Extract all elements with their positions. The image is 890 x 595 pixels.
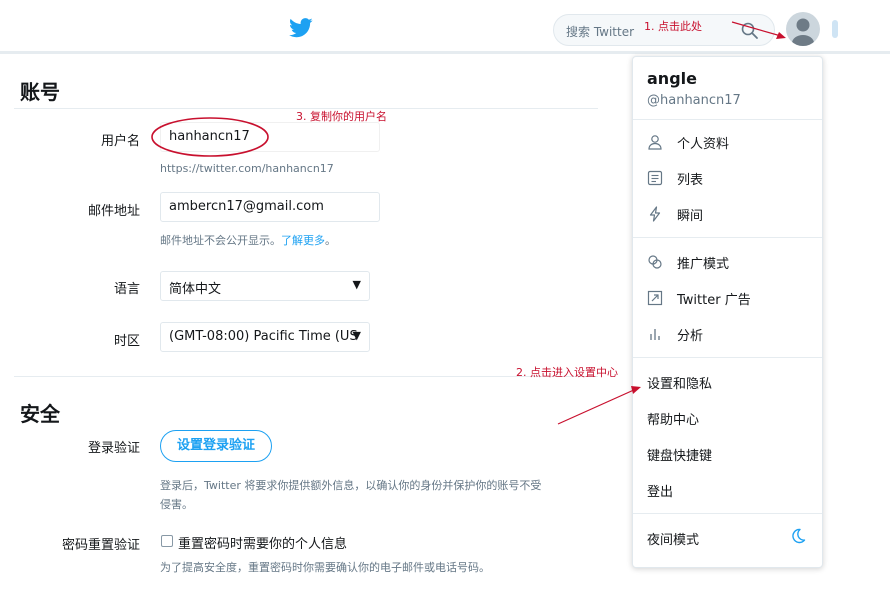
dropdown-arrow-icon: ▼ bbox=[352, 329, 361, 342]
analytics-icon bbox=[650, 329, 660, 340]
menu-item-settings-privacy[interactable]: 设置和隐私 bbox=[633, 367, 822, 397]
lightning-icon bbox=[649, 206, 661, 222]
menu-item-label: 个人资料 bbox=[677, 137, 730, 152]
username-url: https://twitter.com/hanhancn17 bbox=[160, 162, 334, 175]
menu-item-label: 登出 bbox=[647, 485, 674, 500]
login-verify-hint-line1: 登录后，Twitter 将要求你提供额外信息，以确认你的身份并保护你的账号不受 bbox=[160, 479, 542, 492]
menu-item-label: Twitter 广告 bbox=[677, 293, 751, 308]
account-title: 账号 bbox=[20, 80, 60, 104]
login-verify-hint: 登录后，Twitter 将要求你提供额外信息，以确认你的身份并保护你的账号不受 … bbox=[160, 476, 590, 514]
timezone-value: (GMT-08:00) Pacific Time (US bbox=[169, 329, 358, 344]
menu-item-analytics[interactable]: 分析 bbox=[633, 319, 822, 349]
menu-item-promote-mode[interactable]: 推广模式 bbox=[633, 247, 822, 277]
account-dropdown-menu: angle @hanhancn17 个人资料 列表 瞬间 推广模式 Twitte… bbox=[632, 56, 823, 568]
timezone-select[interactable]: (GMT-08:00) Pacific Time (US ▼ bbox=[160, 322, 370, 352]
search-placeholder: 搜索 Twitter bbox=[566, 25, 635, 39]
dropdown-arrow-icon: ▼ bbox=[352, 278, 361, 291]
menu-item-label: 夜间模式 bbox=[647, 533, 700, 548]
menu-item-moments[interactable]: 瞬间 bbox=[633, 199, 822, 229]
menu-divider bbox=[633, 119, 822, 120]
menu-handle: @hanhancn17 bbox=[647, 93, 741, 108]
settings-panel: 账号 用户名 hanhancn17 https://twitter.com/ha… bbox=[14, 64, 598, 584]
password-reset-checkbox[interactable] bbox=[161, 535, 173, 547]
username-field[interactable]: hanhancn17 bbox=[160, 122, 380, 152]
language-label: 语言 bbox=[113, 282, 140, 297]
moon-icon[interactable] bbox=[789, 527, 807, 545]
search-icon[interactable] bbox=[740, 21, 760, 41]
menu-display-name[interactable]: angle bbox=[647, 69, 697, 88]
menu-item-label: 分析 bbox=[677, 329, 704, 344]
menu-item-label: 键盘快捷键 bbox=[647, 449, 713, 464]
language-value: 简体中文 bbox=[169, 282, 222, 297]
login-verify-hint-line2: 侵害。 bbox=[160, 498, 193, 511]
top-navigation-bar: 搜索 Twitter bbox=[0, 0, 890, 54]
learn-more-link[interactable]: 了解更多 bbox=[281, 234, 325, 247]
person-icon bbox=[648, 135, 662, 150]
menu-item-keyboard-shortcuts[interactable]: 键盘快捷键 bbox=[633, 439, 822, 469]
list-icon bbox=[647, 170, 663, 186]
setup-login-verification-button[interactable]: 设置登录验证 bbox=[160, 430, 273, 462]
menu-item-profile[interactable]: 个人资料 bbox=[633, 127, 822, 157]
login-verify-label: 登录验证 bbox=[87, 441, 140, 456]
menu-item-log-out[interactable]: 登出 bbox=[633, 475, 822, 505]
menu-divider bbox=[633, 237, 822, 238]
default-avatar-icon bbox=[792, 18, 814, 46]
avatar[interactable] bbox=[786, 12, 820, 46]
ads-icon bbox=[647, 290, 663, 306]
menu-item-lists[interactable]: 列表 bbox=[633, 163, 822, 193]
security-title: 安全 bbox=[20, 402, 60, 426]
email-value: ambercn17@gmail.com bbox=[169, 199, 324, 214]
password-reset-checkbox-label[interactable]: 重置密码时需要你的个人信息 bbox=[178, 533, 347, 552]
email-hint-end: 。 bbox=[325, 234, 336, 247]
email-hint-text: 邮件地址不会公开显示。 bbox=[160, 234, 281, 247]
menu-divider bbox=[633, 357, 822, 358]
email-hint: 邮件地址不会公开显示。了解更多。 bbox=[160, 232, 336, 248]
annotation-step-3: 3. 复制你的用户名 bbox=[296, 110, 387, 123]
password-reset-label: 密码重置验证 bbox=[61, 538, 140, 553]
timezone-label: 时区 bbox=[113, 334, 140, 349]
username-value: hanhancn17 bbox=[169, 129, 250, 144]
menu-item-twitter-ads[interactable]: Twitter 广告 bbox=[633, 283, 822, 313]
twitter-bird-icon[interactable] bbox=[289, 18, 313, 38]
annotation-step-1: 1. 点击此处 bbox=[644, 20, 702, 33]
promote-icon bbox=[648, 255, 662, 269]
email-label: 邮件地址 bbox=[87, 204, 140, 219]
email-field[interactable]: ambercn17@gmail.com bbox=[160, 192, 380, 222]
menu-item-help-center[interactable]: 帮助中心 bbox=[633, 403, 822, 433]
username-label: 用户名 bbox=[100, 134, 140, 149]
menu-item-label: 设置和隐私 bbox=[647, 377, 713, 392]
password-reset-hint: 为了提高安全度，重置密码时你需要确认你的电子邮件或电话号码。 bbox=[160, 561, 490, 574]
edge-button bbox=[832, 20, 838, 38]
menu-divider bbox=[633, 513, 822, 514]
language-select[interactable]: 简体中文 ▼ bbox=[160, 271, 370, 301]
annotation-step-2: 2. 点击进入设置中心 bbox=[516, 366, 618, 379]
menu-item-label: 推广模式 bbox=[677, 257, 730, 272]
menu-item-label: 帮助中心 bbox=[647, 413, 700, 428]
divider bbox=[14, 376, 598, 377]
menu-item-label: 瞬间 bbox=[677, 209, 704, 224]
menu-item-label: 列表 bbox=[677, 173, 704, 188]
